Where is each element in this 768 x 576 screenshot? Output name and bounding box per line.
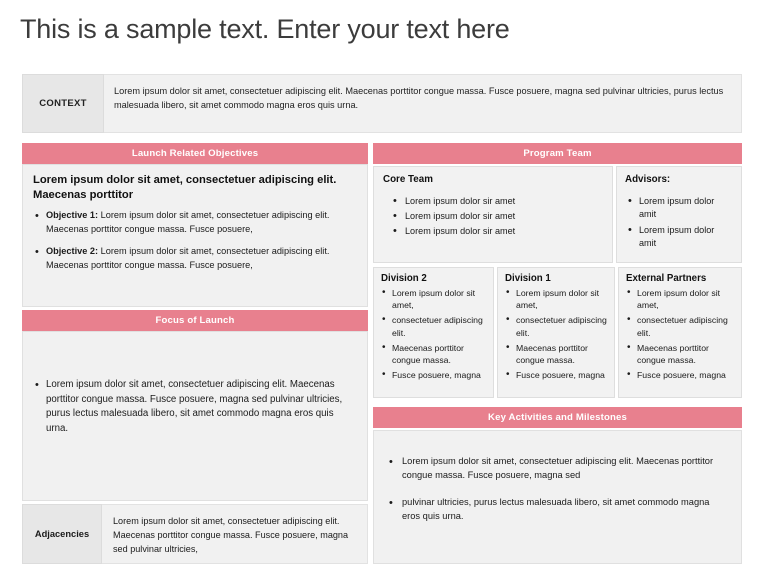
core-team-title: Core Team: [383, 174, 433, 185]
division-1-title: Division 1: [505, 273, 551, 284]
list-item: consectetuer adipiscing elit.: [381, 313, 486, 338]
list-item: Fusce posuere, magna: [381, 368, 486, 382]
advisors-list: Lorem ipsum dolor amit Lorem ipsum dolor…: [625, 194, 733, 250]
context-label: CONTEXT: [22, 74, 104, 133]
external-partners-list: Lorem ipsum dolor sit amet, consectetuer…: [626, 286, 734, 382]
objective-label: Objective 2:: [46, 246, 99, 257]
core-team-box: Core Team Lorem ipsum dolor sir amet Lor…: [373, 166, 613, 263]
advisors-title: Advisors:: [625, 174, 671, 185]
division-1-list: Lorem ipsum dolor sit amet, consectetuer…: [505, 286, 607, 382]
program-team-header: Program Team: [373, 143, 742, 164]
division-2-title: Division 2: [381, 273, 427, 284]
list-item: pulvinar ultricies, purus lectus malesua…: [386, 495, 725, 524]
adjacencies-text: Lorem ipsum dolor sit amet, consectetuer…: [102, 504, 368, 564]
objective-label: Objective 1:: [46, 210, 99, 221]
list-item: Maecenas porttitor congue massa.: [505, 341, 607, 366]
list-item: consectetuer adipiscing elit.: [626, 313, 734, 338]
division-1-box: Division 1 Lorem ipsum dolor sit amet, c…: [497, 267, 615, 398]
key-activities-body: Lorem ipsum dolor sit amet, consectetuer…: [373, 430, 742, 564]
adjacencies-label: Adjacencies: [22, 504, 102, 564]
list-item: Fusce posuere, magna: [626, 368, 734, 382]
launch-objectives-intro: Lorem ipsum dolor sit amet, consectetuer…: [33, 174, 337, 202]
list-item: Lorem ipsum dolor amit: [625, 194, 733, 221]
launch-objectives-header: Launch Related Objectives: [22, 143, 368, 164]
page-title: This is a sample text. Enter your text h…: [20, 14, 510, 44]
external-partners-box: External Partners Lorem ipsum dolor sit …: [618, 267, 742, 398]
adjacencies-row: Adjacencies Lorem ipsum dolor sit amet, …: [22, 504, 368, 564]
slide-canvas: This is a sample text. Enter your text h…: [0, 0, 768, 576]
external-partners-title: External Partners: [626, 273, 707, 284]
list-item: Lorem ipsum dolor sir amet: [383, 224, 603, 240]
core-team-list: Lorem ipsum dolor sir amet Lorem ipsum d…: [383, 194, 603, 240]
key-activities-list: Lorem ipsum dolor sit amet, consectetuer…: [386, 454, 725, 524]
context-row: CONTEXT Lorem ipsum dolor sit amet, cons…: [22, 74, 742, 133]
focus-of-launch-body: Lorem ipsum dolor sit amet, consectetuer…: [22, 331, 368, 501]
list-item: Lorem ipsum dolor sit amet,: [381, 286, 486, 311]
list-item: Objective 2: Lorem ipsum dolor sit amet,…: [33, 244, 357, 272]
division-2-box: Division 2 Lorem ipsum dolor sit amet, c…: [373, 267, 494, 398]
list-item: Objective 1: Lorem ipsum dolor sit amet,…: [33, 208, 357, 236]
list-item: consectetuer adipiscing elit.: [505, 313, 607, 338]
context-text: Lorem ipsum dolor sit amet, consectetuer…: [104, 74, 742, 133]
list-item: Lorem ipsum dolor sir amet: [383, 209, 603, 225]
advisors-box: Advisors: Lorem ipsum dolor amit Lorem i…: [616, 166, 742, 263]
key-activities-header: Key Activities and Milestones: [373, 407, 742, 428]
list-item: Lorem ipsum dolor sit amet, consectetuer…: [386, 454, 725, 483]
list-item: Lorem ipsum dolor sit amet, consectetuer…: [33, 377, 353, 437]
list-item: Lorem ipsum dolor amit: [625, 223, 733, 250]
launch-objectives-body: Lorem ipsum dolor sit amet, consectetuer…: [22, 164, 368, 307]
list-item: Lorem ipsum dolor sit amet,: [505, 286, 607, 311]
launch-objectives-list: Objective 1: Lorem ipsum dolor sit amet,…: [33, 208, 357, 272]
list-item: Fusce posuere, magna: [505, 368, 607, 382]
list-item: Maecenas porttitor congue massa.: [381, 341, 486, 366]
focus-of-launch-header: Focus of Launch: [22, 310, 368, 331]
focus-of-launch-list: Lorem ipsum dolor sit amet, consectetuer…: [33, 377, 353, 437]
list-item: Lorem ipsum dolor sit amet,: [626, 286, 734, 311]
list-item: Maecenas porttitor congue massa.: [626, 341, 734, 366]
division-2-list: Lorem ipsum dolor sit amet, consectetuer…: [381, 286, 486, 382]
list-item: Lorem ipsum dolor sir amet: [383, 194, 603, 210]
